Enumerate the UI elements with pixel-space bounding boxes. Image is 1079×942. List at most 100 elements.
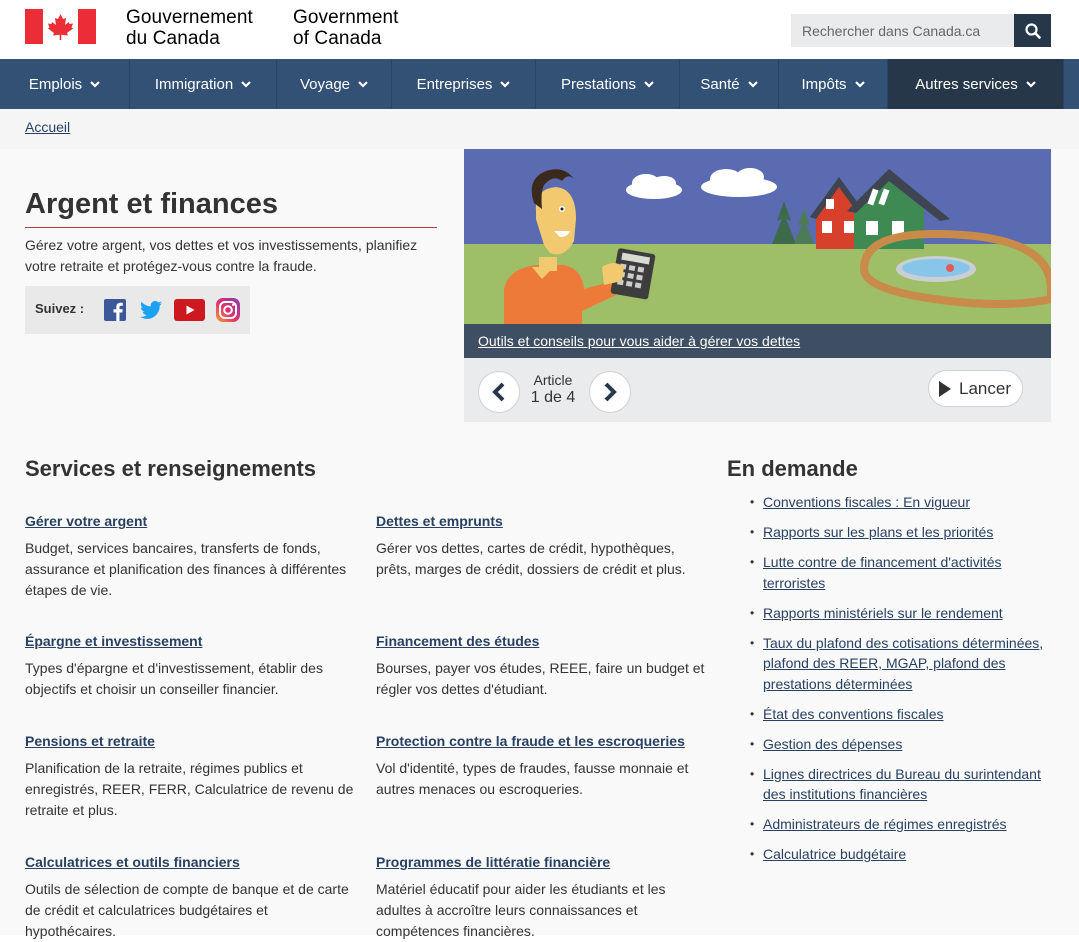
service-description: Gérer vos dettes, cartes de crédit, hypo… [376, 540, 686, 577]
search-input[interactable] [791, 14, 1014, 47]
service-description: Bourses, payer vos études, REEE, faire u… [376, 660, 705, 697]
nav-item-impots[interactable]: Impôts [779, 59, 888, 109]
demand-link[interactable]: Taux du plafond des cotisations détermin… [763, 635, 1043, 692]
demand-link[interactable]: Conventions fiscales : En vigueur [763, 494, 970, 510]
demand-link[interactable]: Rapports sur les plans et les priorités [763, 524, 993, 540]
service-item: Gérer votre argent Budget, services banc… [25, 512, 355, 601]
nav-item-prestations[interactable]: Prestations [536, 59, 680, 109]
nav-item-entreprises[interactable]: Entreprises [392, 59, 536, 109]
main-nav: Emplois Immigration Voyage Entreprises P… [0, 59, 1079, 109]
search-button[interactable] [1014, 14, 1051, 47]
twitter-icon[interactable] [139, 298, 163, 322]
service-item: Pensions et retraite Planification de la… [25, 732, 355, 821]
demand-list-item: État des conventions fiscales [745, 704, 1055, 725]
site-header: Gouvernement du Canada Government of Can… [0, 0, 1079, 59]
chevron-down-icon [241, 80, 251, 88]
demand-link[interactable]: Rapports ministériels sur le rendement [763, 605, 1003, 621]
demand-link[interactable]: Calculatrice budgétaire [763, 846, 906, 862]
demand-link[interactable]: Lignes directrices du Bureau du surinten… [763, 766, 1041, 803]
service-item: Financement des études Bourses, payer vo… [376, 632, 706, 700]
canada-flag-icon[interactable] [25, 9, 96, 44]
demand-list-item: Lutte contre de financement d'activités … [745, 552, 1055, 593]
chevron-down-icon [1025, 80, 1036, 88]
service-link[interactable]: Programmes de littératie financière [376, 853, 706, 871]
nav-filler [1064, 59, 1079, 109]
carousel-prev-button[interactable] [478, 371, 520, 413]
carousel-counter: Article 1 de 4 [526, 372, 580, 408]
nav-item-label: Autres services [915, 75, 1018, 93]
service-description: Vol d'identité, types de fraudes, fausse… [376, 760, 689, 797]
carousel-illustration[interactable] [464, 149, 1051, 324]
demand-link[interactable]: Gestion des dépenses [763, 736, 902, 752]
nav-item-autres-services[interactable]: Autres services [888, 59, 1064, 109]
service-item: Épargne et investissement Types d'épargn… [25, 632, 355, 700]
wordmark-french[interactable]: Gouvernement du Canada [126, 7, 253, 49]
demand-link[interactable]: Lutte contre de financement d'activités … [763, 554, 1001, 591]
facebook-icon[interactable] [103, 298, 127, 322]
chevron-down-icon [500, 80, 511, 88]
services-heading: Services et renseignements [25, 456, 317, 481]
demand-list-item: Lignes directrices du Bureau du surinten… [745, 764, 1055, 805]
service-item: Calculatrices et outils financiers Outil… [25, 853, 355, 942]
demand-list-item: Conventions fiscales : En vigueur [745, 492, 1055, 513]
intro-text: Gérez votre argent, vos dettes et vos in… [25, 237, 418, 274]
service-link[interactable]: Dettes et emprunts [376, 512, 706, 530]
service-description: Budget, services bancaires, transferts d… [25, 540, 347, 598]
main-content: Argent et finances Gérez votre argent, v… [0, 149, 1079, 939]
service-link[interactable]: Protection contre la fraude et les escro… [376, 732, 706, 750]
demand-list-item: Calculatrice budgétaire [745, 844, 1055, 865]
service-link[interactable]: Financement des études [376, 632, 706, 650]
demand-list-item: Rapports sur les plans et les priorités [745, 522, 1055, 543]
nav-item-label: Entreprises [416, 75, 493, 93]
featured-carousel: Outils et conseils pour vous aider à gér… [464, 149, 1051, 422]
social-follow-bar: Suivez : [25, 286, 250, 334]
carousel-caption-link[interactable]: Outils et conseils pour vous aider à gér… [478, 333, 800, 349]
wordmark-english[interactable]: Government of Canada [293, 7, 399, 49]
nav-item-emplois[interactable]: Emplois [0, 59, 130, 109]
demand-heading: En demande [727, 456, 858, 481]
title-underline [25, 227, 437, 228]
nav-item-label: Prestations [560, 75, 637, 93]
carousel-counter-value: 1 de 4 [530, 389, 576, 406]
chevron-down-icon [747, 80, 758, 88]
wordmark-fr-line1: Gouvernement [126, 7, 253, 28]
service-item: Protection contre la fraude et les escro… [376, 732, 706, 800]
nav-item-label: Impôts [801, 75, 847, 93]
nav-item-label: Immigration [154, 75, 234, 93]
instagram-icon[interactable] [215, 297, 241, 323]
demand-list: Conventions fiscales : En vigueur Rappor… [745, 492, 1055, 874]
nav-item-label: Santé [700, 75, 740, 93]
play-icon [939, 380, 951, 397]
chevron-down-icon [644, 80, 654, 88]
carousel-play-button[interactable]: Lancer [928, 370, 1023, 407]
chevron-down-icon [358, 80, 368, 88]
breadcrumb-home-link[interactable]: Accueil [25, 119, 70, 135]
demand-list-item: Rapports ministériels sur le rendement [745, 603, 1055, 624]
nav-item-immigration[interactable]: Immigration [130, 59, 277, 109]
search-icon [1024, 22, 1041, 39]
service-link[interactable]: Pensions et retraite [25, 732, 355, 750]
nav-item-voyage[interactable]: Voyage [277, 59, 392, 109]
service-item: Programmes de littératie financière Maté… [376, 853, 706, 942]
service-link[interactable]: Calculatrices et outils financiers [25, 853, 355, 871]
chevron-down-icon [90, 80, 100, 88]
demand-list-item: Gestion des dépenses [745, 734, 1055, 755]
service-link[interactable]: Épargne et investissement [25, 632, 355, 650]
demand-list-item: Administrateurs de régimes enregistrés [745, 814, 1055, 835]
nav-item-label: Voyage [299, 75, 351, 93]
service-link[interactable]: Gérer votre argent [25, 512, 355, 530]
service-description: Types d'épargne et d'investissement, éta… [25, 660, 323, 697]
wordmark-fr-line2: du Canada [126, 28, 220, 49]
breadcrumb: Accueil [0, 109, 1079, 149]
youtube-icon[interactable] [174, 298, 205, 322]
demand-list-item: Taux du plafond des cotisations détermin… [745, 633, 1055, 695]
service-description: Planification de la retraite, régimes pu… [25, 760, 354, 818]
nav-item-label: Emplois [28, 75, 83, 93]
demand-link[interactable]: État des conventions fiscales [763, 706, 944, 722]
follow-label: Suivez : [35, 301, 85, 316]
demand-link[interactable]: Administrateurs de régimes enregistrés [763, 816, 1007, 832]
nav-item-sante[interactable]: Santé [680, 59, 779, 109]
play-button-label: Lancer [959, 378, 1011, 398]
carousel-next-button[interactable] [589, 371, 631, 413]
service-description: Matériel éducatif pour aider les étudian… [376, 881, 666, 939]
